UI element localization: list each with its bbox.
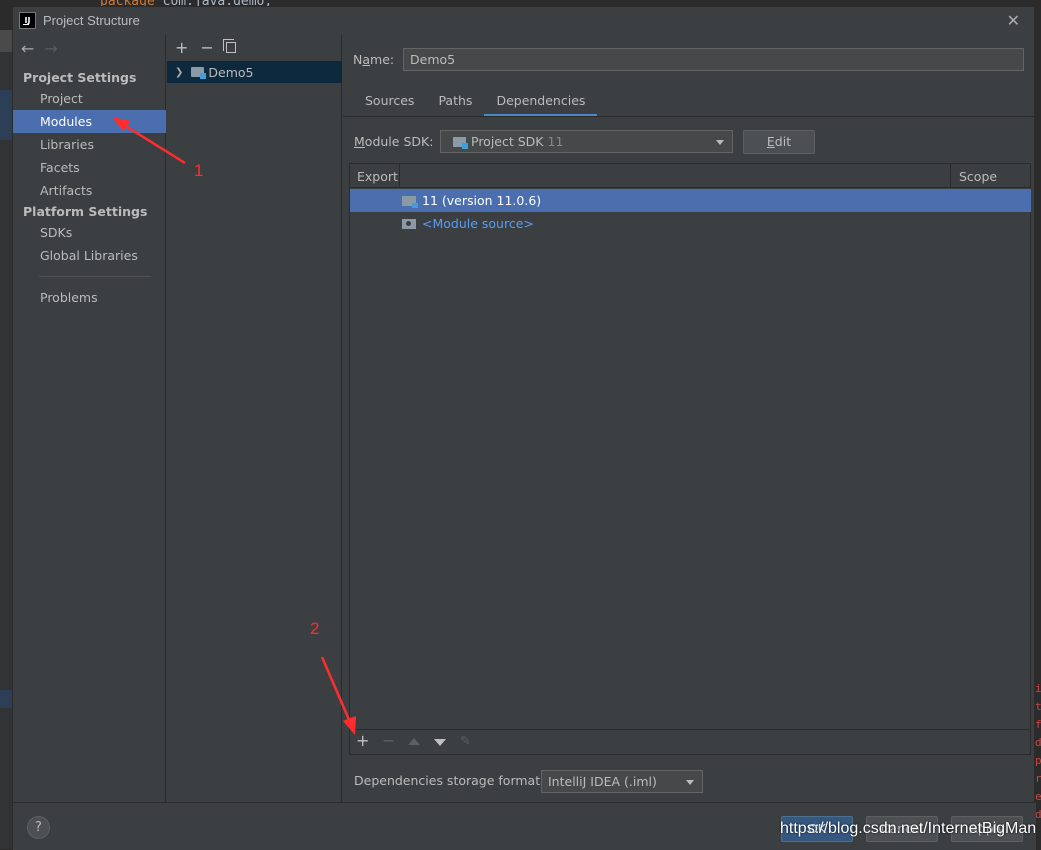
nav-arrows: ← → (21, 39, 58, 58)
edit-sdk-button[interactable]: Edit (743, 130, 815, 154)
move-up-icon[interactable] (408, 738, 420, 745)
add-dependency-icon[interactable]: + (356, 731, 369, 750)
settings-sidebar: ← → Project Settings Project Modules Libr… (13, 35, 166, 802)
sdk-version: 11 (547, 134, 564, 149)
copy-icon[interactable] (222, 39, 236, 53)
help-button[interactable]: ? (27, 816, 50, 839)
sidebar-item-sdks[interactable]: SDKs (13, 221, 166, 244)
background-gutter (0, 30, 12, 849)
column-export[interactable]: Export (357, 169, 398, 184)
forward-arrow-icon[interactable]: → (44, 39, 57, 58)
storage-format-label: Dependencies storage format: (354, 773, 545, 788)
sdk-folder-icon (453, 136, 468, 149)
row-label: <Module source> (422, 216, 534, 231)
sdk-folder-icon (402, 195, 418, 208)
annotation-label-1: 1 (194, 161, 204, 180)
add-module-icon[interactable]: + (175, 38, 188, 57)
remove-module-icon[interactable]: − (200, 38, 213, 57)
tab-paths[interactable]: Paths (426, 90, 484, 117)
sdk-value: Project SDK (471, 134, 544, 149)
edit-dependency-icon[interactable]: ✎ (460, 734, 471, 749)
storage-format-select[interactable]: IntelliJ IDEA (.iml) (541, 770, 703, 793)
move-down-icon[interactable] (434, 739, 446, 746)
table-row[interactable]: <Module source> (350, 212, 1031, 235)
sidebar-item-global-libraries[interactable]: Global Libraries (13, 244, 166, 267)
module-details: Name: Demo5 Sources Paths Dependencies M… (343, 35, 1036, 802)
sidebar-item-modules[interactable]: Modules (13, 110, 166, 133)
close-icon[interactable]: ✕ (1007, 11, 1020, 30)
tab-sources[interactable]: Sources (353, 90, 426, 117)
module-sdk-select[interactable]: Project SDK 11 (440, 130, 733, 153)
gutter-mark (0, 90, 12, 140)
back-arrow-icon[interactable]: ← (21, 39, 34, 58)
annotation-label-2: 2 (310, 619, 320, 638)
module-folder-icon (191, 67, 207, 79)
modules-panel: + − ❯ Demo5 (167, 35, 342, 802)
row-label: 11 (version 11.0.6) (422, 193, 542, 208)
gutter-mark (0, 30, 12, 52)
tab-dependencies[interactable]: Dependencies (484, 90, 598, 117)
title-bar: IJ Project Structure ✕ (13, 7, 1034, 35)
dependencies-toolbar: + − ✎ (350, 729, 1031, 754)
tab-divider (343, 116, 1036, 117)
name-label: Name: (353, 52, 395, 67)
remove-dependency-icon[interactable]: − (382, 731, 395, 750)
sidebar-item-artifacts[interactable]: Artifacts (13, 179, 166, 202)
column-divider (399, 164, 400, 188)
module-name: Demo5 (208, 64, 254, 80)
watermark: https://blog.csdn.net/InternetBigMan (780, 820, 1037, 837)
module-tabs: Sources Paths Dependencies (353, 90, 598, 117)
storage-format-value: IntelliJ IDEA (.iml) (548, 774, 657, 789)
project-settings-header: Project Settings (23, 70, 137, 85)
module-name-input[interactable]: Demo5 (403, 48, 1024, 71)
sidebar-item-libraries[interactable]: Libraries (13, 133, 166, 156)
sidebar-divider (39, 276, 151, 277)
sidebar-item-project[interactable]: Project (13, 87, 166, 110)
table-header: Export Scope (350, 164, 1030, 188)
sidebar-item-facets[interactable]: Facets (13, 156, 166, 179)
sidebar-item-problems[interactable]: Problems (13, 286, 166, 309)
column-scope[interactable]: Scope (959, 169, 997, 184)
intellij-logo-icon: IJ (19, 12, 36, 29)
gutter-mark (0, 690, 12, 708)
dialog-title: Project Structure (43, 13, 140, 28)
table-row[interactable]: 11 (version 11.0.6) (350, 189, 1031, 212)
module-tree-item[interactable]: ❯ Demo5 (167, 61, 342, 83)
dependencies-table: Export Scope 11 (version 11.0.6) <Module… (349, 163, 1031, 755)
module-source-icon (402, 218, 416, 229)
module-sdk-label: Module SDK: (354, 134, 434, 149)
platform-settings-header: Platform Settings (23, 204, 148, 219)
dropdown-arrow-icon (716, 140, 724, 145)
modules-toolbar: + − (175, 38, 236, 57)
chevron-right-icon[interactable]: ❯ (175, 67, 183, 78)
dropdown-arrow-icon (686, 780, 694, 785)
column-divider (950, 164, 951, 188)
project-structure-dialog: IJ Project Structure ✕ ← → Project Settin… (12, 6, 1036, 850)
